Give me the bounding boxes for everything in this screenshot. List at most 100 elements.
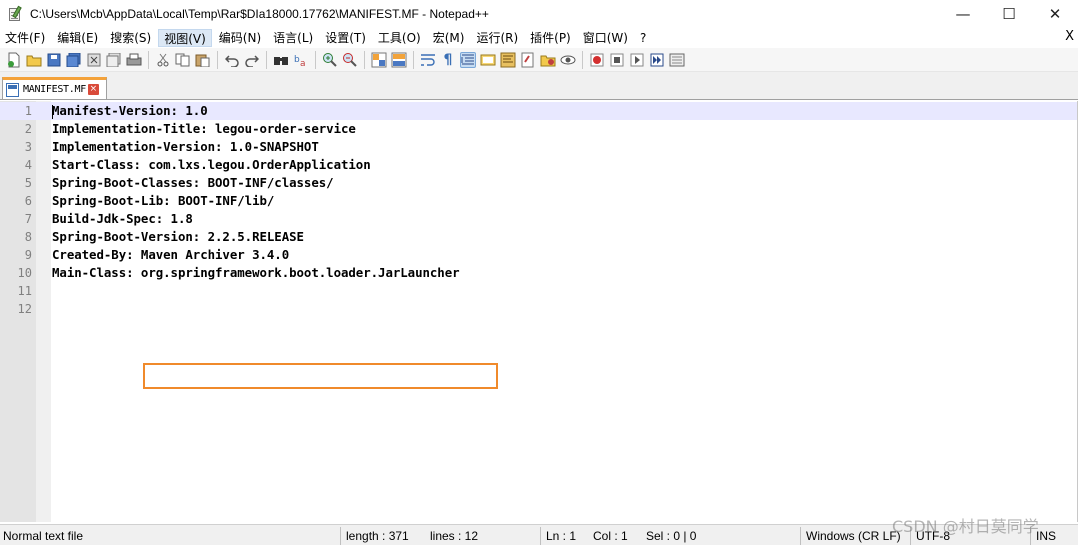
notepad-plus-plus-icon	[8, 5, 24, 22]
save-all-icon[interactable]	[66, 52, 82, 68]
editor-line[interactable]: 8 Spring-Boot-Version: 2.2.5.RELEASE	[0, 228, 1078, 246]
find-icon[interactable]	[273, 52, 289, 68]
menu-item-7[interactable]: 工具(O)	[373, 29, 426, 47]
menu-item-8[interactable]: 宏(M)	[428, 29, 470, 47]
doc-map-icon[interactable]	[500, 52, 516, 68]
editor-line[interactable]: 2 Implementation-Title: legou-order-servi…	[0, 120, 1078, 138]
maximize-button[interactable]: ☐	[986, 0, 1032, 28]
editor-line[interactable]: 9 Created-By: Maven Archiver 3.4.0	[0, 246, 1078, 264]
tab-close-icon[interactable]: ×	[87, 84, 99, 95]
status-ln: Ln : 1	[546, 529, 577, 543]
function-list-icon[interactable]	[520, 52, 536, 68]
editor-line[interactable]: 10 Main-Class: org.springframework.boot.l…	[0, 264, 1078, 282]
editor-line[interactable]: 1 Manifest-Version: 1.0	[0, 102, 1078, 120]
menu-item-10[interactable]: 插件(P)	[525, 29, 576, 47]
editor-line[interactable]: 12	[0, 300, 1078, 318]
line-text[interactable]: Created-By: Maven Archiver 3.4.0	[52, 246, 289, 264]
redo-icon[interactable]	[244, 52, 260, 68]
menu-item-1[interactable]: 编辑(E)	[52, 29, 103, 47]
line-number: 1	[24, 104, 32, 118]
tab-label: MANIFEST.MF	[23, 84, 86, 95]
sync-horizontal-icon[interactable]	[391, 52, 407, 68]
menu-item-3[interactable]: 视图(V)	[158, 29, 212, 47]
close-window-button[interactable]: ✕	[1032, 0, 1078, 28]
playback-macro-icon[interactable]	[629, 52, 645, 68]
line-number: 7	[24, 212, 32, 226]
status-file-type: Normal text file	[3, 529, 84, 543]
line-text[interactable]: Spring-Boot-Classes: BOOT-INF/classes/	[52, 174, 334, 192]
minimize-button[interactable]: —	[940, 0, 986, 28]
tab-manifest[interactable]: MANIFEST.MF ×	[2, 77, 107, 99]
word-wrap-icon[interactable]	[420, 52, 436, 68]
menu-item-5[interactable]: 语言(L)	[268, 29, 318, 47]
line-text[interactable]: Spring-Boot-Version: 2.2.5.RELEASE	[52, 228, 304, 246]
title-bar: C:\Users\Mcb\AppData\Local\Temp\Rar$DIa1…	[0, 0, 1078, 28]
undo-icon[interactable]	[224, 52, 240, 68]
zoom-in-icon[interactable]	[322, 52, 338, 68]
editor-line[interactable]: 11	[0, 282, 1078, 300]
open-file-icon[interactable]	[26, 52, 42, 68]
close-icon[interactable]	[86, 52, 102, 68]
menu-item-9[interactable]: 运行(R)	[471, 29, 523, 47]
line-number: 10	[17, 266, 32, 280]
status-insert-mode: INS	[1036, 529, 1057, 543]
copy-icon[interactable]	[175, 52, 191, 68]
menu-item-4[interactable]: 编码(N)	[214, 29, 266, 47]
status-length: length : 371	[346, 529, 409, 543]
show-all-chars-icon[interactable]: ¶	[440, 52, 456, 68]
menu-item-12[interactable]: ?	[635, 29, 651, 47]
menu-item-6[interactable]: 设置(T)	[320, 29, 371, 47]
main-class-highlight-box	[143, 363, 498, 389]
user-language-icon[interactable]	[480, 52, 496, 68]
line-text[interactable]: Spring-Boot-Lib: BOOT-INF/lib/	[52, 192, 274, 210]
svg-text:a: a	[300, 59, 306, 68]
zoom-out-icon[interactable]	[342, 52, 358, 68]
stop-record-icon[interactable]	[609, 52, 625, 68]
print-icon[interactable]	[126, 52, 142, 68]
record-macro-icon[interactable]	[589, 52, 605, 68]
monitoring-icon[interactable]	[560, 52, 576, 68]
replace-icon[interactable]: ba	[293, 52, 309, 68]
status-col: Col : 1	[593, 529, 628, 543]
close-all-icon[interactable]	[106, 52, 122, 68]
line-text[interactable]: Build-Jdk-Spec: 1.8	[52, 210, 193, 228]
line-number: 11	[17, 284, 32, 298]
folder-workspace-icon[interactable]	[540, 52, 556, 68]
line-number: 9	[24, 248, 32, 262]
line-text[interactable]: Main-Class: org.springframework.boot.loa…	[52, 264, 460, 282]
menu-item-2[interactable]: 搜索(S)	[105, 29, 156, 47]
line-number: 2	[24, 122, 32, 136]
run-macro-multiple-icon[interactable]	[649, 52, 665, 68]
line-number: 4	[24, 158, 32, 172]
menu-item-0[interactable]: 文件(F)	[0, 29, 50, 47]
cut-icon[interactable]	[155, 52, 171, 68]
toolbar: ba ¶	[0, 48, 1078, 72]
toolbar-separator	[413, 50, 414, 69]
tab-bar: MANIFEST.MF ×	[0, 72, 1078, 100]
line-text[interactable]: Manifest-Version: 1.0	[52, 102, 208, 120]
indent-guide-icon[interactable]	[460, 51, 476, 68]
save-macro-icon[interactable]	[669, 52, 685, 68]
toolbar-separator	[315, 50, 316, 69]
line-number: 12	[17, 302, 32, 316]
status-eol[interactable]: Windows (CR LF)	[806, 528, 901, 544]
editor-line[interactable]: 7 Build-Jdk-Spec: 1.8	[0, 210, 1078, 228]
menu-item-11[interactable]: 窗口(W)	[578, 29, 633, 47]
sync-vertical-icon[interactable]	[371, 52, 387, 68]
save-icon[interactable]	[46, 52, 62, 68]
editor-line[interactable]: 4 Start-Class: com.lxs.legou.OrderApplica…	[0, 156, 1078, 174]
new-file-icon[interactable]	[6, 52, 22, 68]
editor-line[interactable]: 3 Implementation-Version: 1.0-SNAPSHOT	[0, 138, 1078, 156]
toolbar-separator	[148, 50, 149, 69]
line-text[interactable]: Implementation-Title: legou-order-servic…	[52, 120, 356, 138]
close-document-button[interactable]: X	[1065, 29, 1074, 44]
editor-line[interactable]: 5 Spring-Boot-Classes: BOOT-INF/classes/	[0, 174, 1078, 192]
line-text[interactable]: Implementation-Version: 1.0-SNAPSHOT	[52, 138, 319, 156]
toolbar-separator	[364, 50, 365, 69]
menu-bar: 文件(F) 编辑(E) 搜索(S) 视图(V) 编码(N) 语言(L) 设置(T) 工具(O)…	[0, 28, 1078, 48]
line-number: 5	[24, 176, 32, 190]
line-text[interactable]: Start-Class: com.lxs.legou.OrderApplicat…	[52, 156, 371, 174]
editor[interactable]: 1 Manifest-Version: 1.0 2 Implementation-Ti…	[0, 101, 1078, 522]
editor-line[interactable]: 6 Spring-Boot-Lib: BOOT-INF/lib/	[0, 192, 1078, 210]
paste-icon[interactable]	[195, 52, 211, 68]
